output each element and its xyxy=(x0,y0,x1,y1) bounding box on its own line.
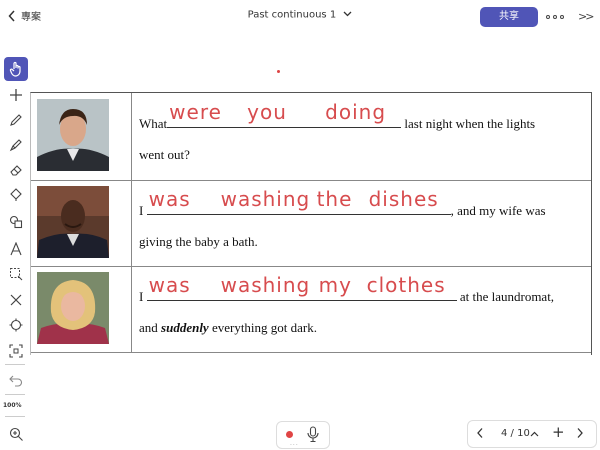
next-page-icon[interactable] xyxy=(576,427,584,442)
answer-blank[interactable]: doing xyxy=(323,100,402,128)
sentence-text: What xyxy=(139,116,168,131)
handwritten-answer: were xyxy=(169,100,222,124)
page-navigator: 4 / 10 + xyxy=(467,420,597,448)
text-tool[interactable] xyxy=(4,238,28,260)
photo-cell xyxy=(31,93,132,180)
shapes-icon xyxy=(9,215,23,229)
add-page-icon[interactable]: + xyxy=(552,425,565,440)
eraser-icon xyxy=(9,163,23,177)
person-photo xyxy=(37,272,109,344)
answer-blank[interactable]: you xyxy=(245,100,324,128)
answer-blank[interactable]: was xyxy=(146,273,219,301)
sentence-text: last night when the lights xyxy=(404,116,536,131)
handwritten-answer: washing xyxy=(220,273,311,297)
answer-blank[interactable]: washing xyxy=(218,187,315,215)
handwritten-answer: was xyxy=(148,187,191,211)
highlighter-tool[interactable] xyxy=(4,134,28,156)
sentence-text: , and my wife was xyxy=(450,203,546,218)
plus-icon xyxy=(9,88,23,102)
table-row: I was washing my clothes at the laundromat,… xyxy=(31,266,591,353)
ink-dot xyxy=(277,70,280,73)
lasso-fill-tool[interactable] xyxy=(4,184,28,206)
table-row: I was washing the dishes , and my wife was g… xyxy=(31,180,591,267)
add-tool[interactable] xyxy=(4,84,28,106)
person-photo xyxy=(37,186,109,258)
pen-tool[interactable] xyxy=(4,109,28,131)
answer-blank[interactable]: clothes xyxy=(364,273,457,301)
handwritten-answer: you xyxy=(247,100,287,124)
answer-blank[interactable]: were xyxy=(167,100,246,128)
crosshair-icon xyxy=(9,318,23,332)
previous-page-icon[interactable] xyxy=(476,427,484,442)
hand-pointer-tool[interactable] xyxy=(4,57,28,81)
sentence-text: everything got dark. xyxy=(211,320,318,335)
recording-control[interactable]: ··· xyxy=(276,421,330,449)
eraser-tool[interactable] xyxy=(4,159,28,181)
emphasis-text: suddenly xyxy=(161,320,209,335)
undo-icon xyxy=(9,375,23,387)
document-title: Past continuous 1 xyxy=(247,9,337,21)
handwritten-answer: dishes xyxy=(368,187,439,211)
handwritten-answer: washing xyxy=(220,187,311,211)
top-bar: 專案 Past continuous 1 共享 >> xyxy=(0,0,600,32)
zoom-button[interactable] xyxy=(4,423,28,445)
handwritten-answer: clothes xyxy=(366,273,446,297)
chevron-down-icon xyxy=(343,9,352,20)
table-row: What were you doing last night when the lig… xyxy=(31,93,591,181)
handwritten-answer: was xyxy=(148,273,191,297)
photo-cell xyxy=(31,266,132,352)
fill-bucket-icon xyxy=(9,188,23,202)
handwritten-answer: doing xyxy=(325,100,387,124)
screenshot-tool[interactable] xyxy=(4,340,28,362)
toolbar-divider xyxy=(5,394,25,395)
worksheet-table: What were you doing last night when the lig… xyxy=(30,92,592,355)
close-tool[interactable] xyxy=(4,289,28,311)
sentence-text: I xyxy=(139,289,144,304)
sentence-line: and suddenly everything got dark. xyxy=(139,311,579,344)
answer-blank[interactable]: the xyxy=(314,187,367,215)
highlighter-icon xyxy=(9,138,23,152)
photo-cell xyxy=(31,180,132,266)
microphone-icon[interactable] xyxy=(307,426,319,447)
shapes-tool[interactable] xyxy=(4,211,28,233)
capture-frame-icon xyxy=(9,344,23,358)
sentence-text: went out? xyxy=(139,147,190,162)
sentence-2: I was washing the dishes , and my wife was g… xyxy=(139,187,579,258)
sentence-1: What were you doing last night when the lig… xyxy=(139,100,579,171)
more-options-icon[interactable] xyxy=(546,8,566,24)
close-icon xyxy=(10,294,22,306)
answer-blank[interactable]: my xyxy=(316,273,365,301)
undo-button[interactable] xyxy=(4,370,28,392)
sentence-text: and xyxy=(139,320,158,335)
expand-panel-icon[interactable]: >> xyxy=(578,10,595,23)
toolbar-divider xyxy=(5,364,25,365)
share-button[interactable]: 共享 xyxy=(480,7,538,27)
toolbar-divider xyxy=(5,416,25,417)
zoom-level[interactable]: 100% xyxy=(3,402,22,409)
answer-blank[interactable]: was xyxy=(146,187,219,215)
person-photo xyxy=(37,99,109,171)
dashed-select-icon xyxy=(9,267,23,281)
text-icon xyxy=(9,242,23,256)
handwritten-answer: my xyxy=(318,273,352,297)
handwritten-answer: the xyxy=(316,187,353,211)
selection-tool[interactable] xyxy=(4,263,28,285)
sentence-text: giving the baby a bath. xyxy=(139,234,258,249)
zoom-in-icon xyxy=(9,427,24,442)
chevron-up-icon[interactable] xyxy=(530,429,539,440)
answer-blank[interactable]: washing xyxy=(218,273,317,301)
sentence-text: at the laundromat, xyxy=(459,289,555,304)
laser-pointer-tool[interactable] xyxy=(4,314,28,336)
record-dot-icon[interactable] xyxy=(286,431,293,438)
pen-icon xyxy=(9,113,23,127)
hand-pointer-icon xyxy=(9,61,23,77)
sentence-text: I xyxy=(139,203,144,218)
answer-blank[interactable]: dishes xyxy=(366,187,451,215)
grab-handle-icon[interactable]: ··· xyxy=(290,442,299,449)
sentence-3: I was washing my clothes at the laundromat,… xyxy=(139,273,579,344)
page-indicator[interactable]: 4 / 10 xyxy=(501,428,530,439)
